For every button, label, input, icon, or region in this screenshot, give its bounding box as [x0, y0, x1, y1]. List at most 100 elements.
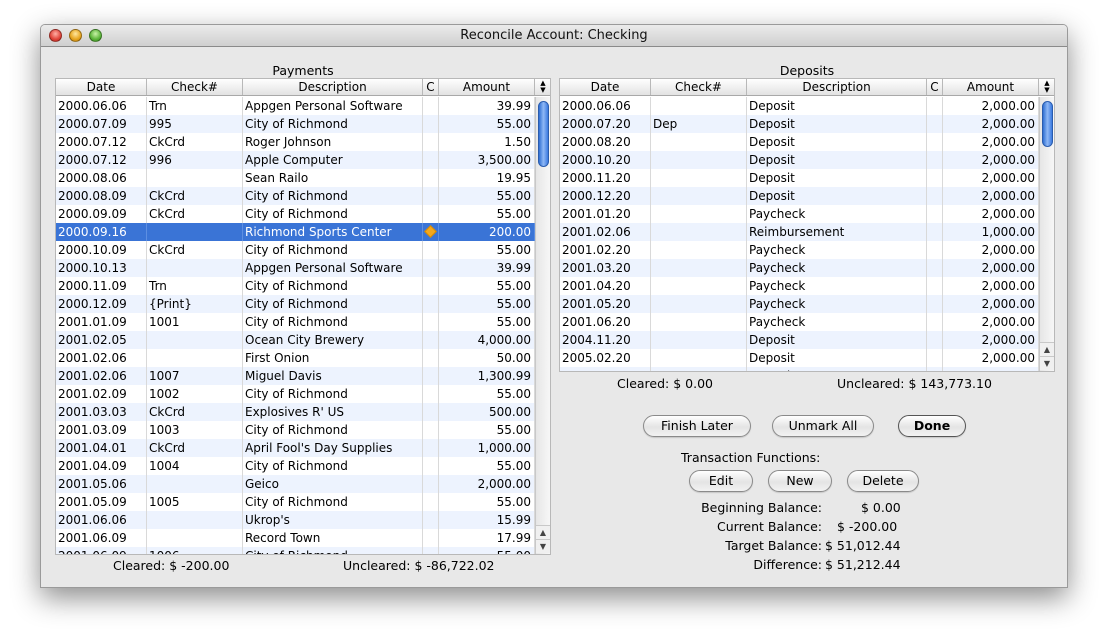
deposits-row[interactable]: 2000.08.20 Deposit 2,000.00: [560, 133, 1039, 151]
deposits-row[interactable]: 2001.05.20 Paycheck 2,000.00: [560, 295, 1039, 313]
payments-row[interactable]: 2001.04.01 CkCrd April Fool's Day Supplies…: [56, 439, 535, 457]
deposits-row[interactable]: 2001.03.20 Paycheck 2,000.00: [560, 259, 1039, 277]
deposits-row[interactable]: 2001.02.20 Paycheck 2,000.00: [560, 241, 1039, 259]
payments-cell-cleared-marker[interactable]: [423, 205, 439, 223]
finish-later-button[interactable]: Finish Later: [643, 415, 751, 437]
scroll-down-arrow-icon[interactable]: ▼: [536, 539, 550, 553]
scroll-down-arrow-icon[interactable]: ▼: [1040, 356, 1054, 370]
scroll-up-arrow-icon[interactable]: ▲: [1040, 342, 1054, 356]
payments-row[interactable]: 2001.02.05 Ocean City Brewery 4,000.00: [56, 331, 535, 349]
payments-row[interactable]: 2000.10.09 CkCrd City of Richmond 55.00: [56, 241, 535, 259]
payments-row[interactable]: 2001.04.09 1004 City of Richmond 55.00: [56, 457, 535, 475]
payments-row[interactable]: 2000.07.12 CkCrd Roger Johnson 1.50: [56, 133, 535, 151]
edit-transaction-button[interactable]: Edit: [689, 470, 753, 492]
title-bar[interactable]: Reconcile Account: Checking: [41, 25, 1067, 47]
payments-scrollbar[interactable]: ▲ ▼: [535, 97, 550, 554]
payments-row[interactable]: 2000.06.06 Trn Appgen Personal Software 39.…: [56, 97, 535, 115]
payments-cell-cleared-marker[interactable]: [423, 313, 439, 331]
payments-cell-cleared-marker[interactable]: [423, 385, 439, 403]
payments-row[interactable]: 2000.10.13 Appgen Personal Software 39.99: [56, 259, 535, 277]
payments-row[interactable]: 2001.06.091006City of Richmond 55.00: [56, 547, 535, 554]
deposits-col-amount[interactable]: Amount: [943, 79, 1039, 95]
payments-cell-cleared-marker[interactable]: [423, 547, 439, 554]
payments-row[interactable]: 2001.03.09 1003 City of Richmond 55.00: [56, 421, 535, 439]
unmark-all-button[interactable]: Unmark All: [772, 415, 874, 437]
payments-row[interactable]: 2001.03.03 CkCrd Explosives R' US 500.00: [56, 403, 535, 421]
payments-cell-cleared-marker[interactable]: [423, 187, 439, 205]
payments-col-amount[interactable]: Amount: [439, 79, 535, 95]
deposits-scroll-thumb[interactable]: [1042, 101, 1053, 147]
deposits-row[interactable]: 2000.10.20 Deposit 2,000.00: [560, 151, 1039, 169]
payments-col-date[interactable]: Date: [56, 79, 147, 95]
deposits-cell-cleared-marker[interactable]: [927, 313, 943, 331]
payments-col-description[interactable]: Description: [243, 79, 423, 95]
deposits-row[interactable]: 2000.11.20 Deposit 2,000.00: [560, 169, 1039, 187]
payments-row[interactable]: 2001.02.06 First Onion 50.00: [56, 349, 535, 367]
scroll-up-arrow-icon[interactable]: ▲: [536, 525, 550, 539]
new-transaction-button[interactable]: New: [768, 470, 832, 492]
payments-cell-cleared-marker[interactable]: [423, 115, 439, 133]
deposits-row[interactable]: 2005.02.20 Deposit 2,000.00: [560, 349, 1039, 367]
payments-col-cleared[interactable]: C: [423, 79, 439, 95]
payments-cell-cleared-marker[interactable]: [423, 403, 439, 421]
payments-cell-cleared-marker[interactable]: [423, 349, 439, 367]
deposits-row[interactable]: 2001.01.20 Paycheck 2,000.00: [560, 205, 1039, 223]
payments-row[interactable]: 2000.11.09 Trn City of Richmond 55.00: [56, 277, 535, 295]
payments-cell-cleared-marker[interactable]: [423, 241, 439, 259]
payments-cell-cleared-marker[interactable]: [423, 97, 439, 115]
payments-cell-cleared-marker[interactable]: [423, 223, 439, 241]
deposits-cell-cleared-marker[interactable]: [927, 133, 943, 151]
minimize-window-icon[interactable]: [69, 29, 82, 42]
done-button[interactable]: Done: [898, 415, 966, 437]
deposits-cell-cleared-marker[interactable]: [927, 205, 943, 223]
zoom-window-icon[interactable]: [89, 29, 102, 42]
deposits-table[interactable]: Date Check# Description C Amount ▲ ▼ 2000…: [559, 78, 1055, 372]
deposits-cell-cleared-marker[interactable]: [927, 277, 943, 295]
payments-row[interactable]: 2001.02.06 1007 Miguel Davis 1,300.99: [56, 367, 535, 385]
payments-row[interactable]: 2000.09.09 CkCrd City of Richmond 55.00: [56, 205, 535, 223]
deposits-row[interactable]: 2001.06.20 Paycheck 2,000.00: [560, 313, 1039, 331]
deposits-cell-cleared-marker[interactable]: [927, 295, 943, 313]
deposits-row[interactable]: 2001.02.06 Reimbursement 1,000.00: [560, 223, 1039, 241]
payments-row[interactable]: 2000.07.12 996 Apple Computer 3,500.00: [56, 151, 535, 169]
deposits-row[interactable]: 2001.04.20 Paycheck 2,000.00: [560, 277, 1039, 295]
payments-row[interactable]: 2001.01.09 1001 City of Richmond 55.00: [56, 313, 535, 331]
payments-table[interactable]: Date Check# Description C Amount ▲ ▼ 2000…: [55, 78, 551, 555]
deposits-row[interactable]: 2004.11.20 Deposit 2,000.00: [560, 331, 1039, 349]
deposits-col-check[interactable]: Check#: [651, 79, 747, 95]
payments-cell-cleared-marker[interactable]: [423, 331, 439, 349]
payments-cell-cleared-marker[interactable]: [423, 475, 439, 493]
deposits-cell-cleared-marker[interactable]: [927, 169, 943, 187]
payments-row[interactable]: 2001.02.09 1002 City of Richmond 55.00: [56, 385, 535, 403]
payments-cell-cleared-marker[interactable]: [423, 439, 439, 457]
deposits-cell-cleared-marker[interactable]: [927, 115, 943, 133]
payments-row[interactable]: 2000.08.06 Sean Railo 19.95: [56, 169, 535, 187]
close-window-icon[interactable]: [49, 29, 62, 42]
payments-row[interactable]: 2000.08.09 CkCrd City of Richmond 55.00: [56, 187, 535, 205]
payments-cell-cleared-marker[interactable]: [423, 169, 439, 187]
sort-up-down-icon[interactable]: ▲ ▼: [535, 79, 550, 95]
payments-cell-cleared-marker[interactable]: [423, 133, 439, 151]
payments-scroll-thumb[interactable]: [538, 101, 549, 167]
payments-row[interactable]: 2000.07.09 995 City of Richmond 55.00: [56, 115, 535, 133]
payments-cell-cleared-marker[interactable]: [423, 259, 439, 277]
payments-row[interactable]: 2001.05.06 Geico 2,000.00: [56, 475, 535, 493]
deposits-col-cleared[interactable]: C: [927, 79, 943, 95]
payments-cell-cleared-marker[interactable]: [423, 277, 439, 295]
deposits-cell-cleared-marker[interactable]: [927, 187, 943, 205]
payments-row[interactable]: 2001.05.09 1005 City of Richmond 55.00: [56, 493, 535, 511]
deposits-col-description[interactable]: Description: [747, 79, 927, 95]
payments-row[interactable]: 2001.06.06 Ukrop's 15.99: [56, 511, 535, 529]
deposits-row[interactable]: 2000.12.20 Deposit 2,000.00: [560, 187, 1039, 205]
deposits-scrollbar[interactable]: ▲ ▼: [1039, 97, 1054, 371]
deposits-row[interactable]: 2000.06.06 Deposit 2,000.00: [560, 97, 1039, 115]
payments-cell-cleared-marker[interactable]: [423, 493, 439, 511]
payments-cell-cleared-marker[interactable]: [423, 151, 439, 169]
sort-up-down-icon[interactable]: ▲ ▼: [1039, 79, 1054, 95]
deposits-cell-cleared-marker[interactable]: [927, 97, 943, 115]
payments-row[interactable]: 2000.12.09 {Print} City of Richmond 55.00: [56, 295, 535, 313]
deposits-cell-cleared-marker[interactable]: [927, 367, 943, 371]
payments-row[interactable]: 2001.06.09 Record Town 17.99: [56, 529, 535, 547]
delete-transaction-button[interactable]: Delete: [847, 470, 919, 492]
payments-cell-cleared-marker[interactable]: [423, 421, 439, 439]
